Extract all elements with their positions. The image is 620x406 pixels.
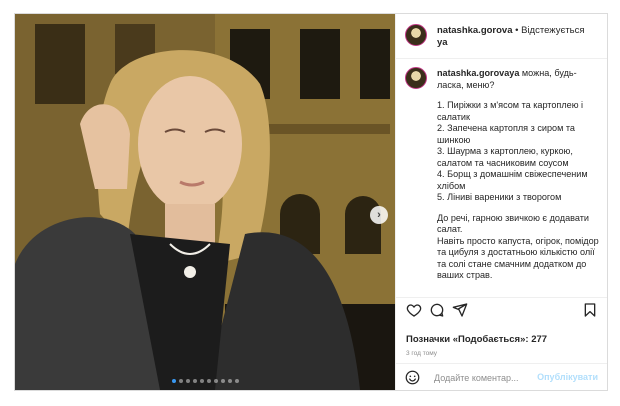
chevron-right-icon[interactable]: › (370, 206, 388, 224)
carousel-dot (192, 379, 197, 383)
instagram-post-card: › natashka.gorova • Відстежується ya nat… (14, 13, 608, 391)
menu-item: 1. Пиріжки з м'ясом та картоплею і салат… (437, 100, 584, 122)
action-bar (396, 297, 607, 320)
menu-item: 2. Запечена картопля з сиром та шинкою (437, 123, 575, 145)
bookmark-icon[interactable] (582, 302, 598, 318)
caption-username[interactable]: natashka.gorovaya (437, 68, 519, 78)
menu-item: 3. Шаурма з картоплею, куркою, салатом т… (437, 146, 573, 168)
emoji-icon[interactable] (405, 370, 420, 385)
caption-paragraph: До речі, гарною звичкою є додавати салат… (437, 212, 589, 235)
carousel-dot (234, 379, 239, 383)
menu-list: 1. Пиріжки з м'ясом та картоплею і салат… (437, 100, 602, 204)
post-sidebar: natashka.gorova • Відстежується ya natas… (395, 14, 607, 390)
comment-bar: Опублікувати (396, 363, 607, 390)
publish-button[interactable]: Опублікувати (537, 372, 598, 382)
caption-paragraph: Навіть просто капуста, огірок, помідор т… (437, 235, 599, 281)
comment-input[interactable] (432, 370, 546, 386)
photo-background (15, 14, 395, 390)
post-time[interactable]: 3 год тому (406, 350, 437, 357)
share-icon[interactable] (452, 302, 468, 318)
carousel-dot (185, 379, 190, 383)
post-photo[interactable]: › (15, 14, 395, 390)
likes-count[interactable]: Позначки «Подобається»: 277 (406, 334, 547, 345)
caption-avatar[interactable] (405, 67, 427, 89)
username-wrap: ya (437, 37, 448, 48)
post-header: natashka.gorova • Відстежується ya (396, 14, 607, 59)
header-user: natashka.gorova • Відстежується ya (437, 25, 602, 49)
menu-item: 4. Борщ з домашнім свіжеспеченим хлібом (437, 169, 588, 191)
comment-icon[interactable] (429, 302, 445, 318)
carousel-dot (178, 379, 183, 383)
carousel-dot (171, 379, 176, 383)
carousel-dot (213, 379, 218, 383)
heart-icon[interactable] (406, 302, 422, 318)
carousel-dot (220, 379, 225, 383)
username-link[interactable]: natashka.gorova (437, 25, 513, 36)
carousel-dot (227, 379, 232, 383)
post-caption: natashka.gorovaya можна, будь-ласка, мен… (437, 68, 602, 282)
avatar[interactable] (405, 24, 427, 46)
menu-item: 5. Ліниві вареники з творогом (437, 192, 562, 202)
follow-status[interactable]: • Відстежується (515, 25, 584, 36)
carousel-dot (199, 379, 204, 383)
carousel-dots (15, 379, 395, 383)
carousel-dot (206, 379, 211, 383)
